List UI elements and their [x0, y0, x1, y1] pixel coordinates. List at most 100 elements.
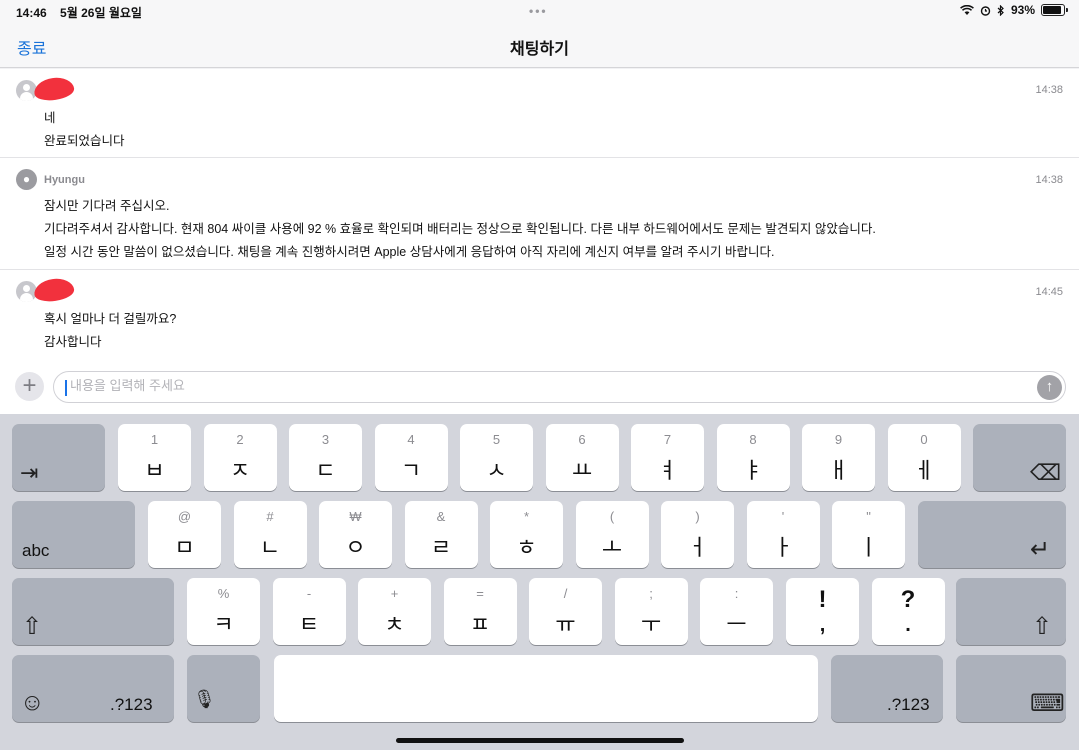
delete-key[interactable]: ⌫ [973, 424, 1066, 491]
shift-icon: ⇧ [22, 613, 43, 640]
hide-keyboard-key[interactable]: ⌨ [956, 655, 1066, 722]
wifi-icon [960, 4, 974, 15]
key-hint: " [866, 509, 871, 524]
key-char: . [905, 614, 911, 636]
key-ㅔ[interactable]: 0ㅔ [887, 424, 961, 491]
shift-icon: ⇧ [1032, 613, 1053, 640]
tab-key[interactable]: ⇥ [12, 424, 105, 491]
key-char: ! [818, 586, 827, 613]
key-hint: ) [695, 509, 700, 524]
status-bar: 14:46 5월 26일 월요일 ••• 93% [0, 0, 1079, 22]
battery-percent: 93% [1010, 3, 1035, 17]
key-ㅜ[interactable]: ; ㅜ [614, 578, 688, 645]
key-char: ㅎ [516, 535, 537, 560]
message-text: 잠시만 기다려 주십시오. [44, 199, 170, 213]
add-attachment-button[interactable]: + [15, 372, 44, 401]
key-ㅗ[interactable]: (ㅗ [575, 501, 649, 568]
key-hint: 4 [407, 432, 415, 447]
key-ㅓ[interactable]: ) ㅓ [661, 501, 734, 568]
key-ㅐ[interactable]: 9ㅐ [802, 424, 875, 491]
key-hint: # [266, 509, 274, 524]
message-text: 혹시 얼마나 더 걸릴까요? [44, 312, 177, 326]
key-char: ㅏ [772, 535, 794, 560]
numbers-key-right[interactable]: .?123 [831, 655, 943, 722]
key-ㅈ[interactable]: 2ㅈ [203, 424, 277, 491]
key-ㅠ[interactable]: / ㅠ [529, 578, 602, 645]
status-date: 5월 26일 월요일 [60, 6, 142, 20]
apple-logo-icon: ● [16, 169, 37, 190]
key-ㅕ[interactable]: 7ㅕ [631, 424, 704, 491]
message-input-container[interactable]: ↑ [53, 371, 1066, 403]
delete-icon: ⌫ [1030, 460, 1062, 485]
redacted-name [32, 276, 76, 304]
return-icon: ↵ [1030, 536, 1051, 563]
key-char: ㅍ [469, 612, 491, 637]
key-ㄱ[interactable]: 4ㄱ [374, 424, 448, 491]
key-hint: / [563, 586, 568, 601]
key-char: ㄷ [315, 458, 336, 483]
key-punct-0[interactable]: !, [786, 578, 859, 645]
keyboard-hide-icon: ⌨ [1030, 690, 1065, 717]
key-hint: 8 [749, 432, 757, 447]
arrow-up-icon: ↑ [1045, 378, 1054, 395]
bluetooth-icon [997, 4, 1004, 16]
key-ㅁ[interactable]: @ ㅁ [148, 501, 221, 568]
space-bar[interactable] [274, 655, 818, 722]
key-hint: 1 [150, 432, 159, 447]
message-time: 14:45 [1035, 286, 1063, 298]
key-ㅂ[interactable]: 1ㅂ [118, 424, 191, 491]
key-hint: 6 [578, 432, 586, 447]
key-ㅇ[interactable]: ₩ ㅇ [319, 501, 392, 568]
key-ㅌ[interactable]: -ㅌ [272, 578, 346, 645]
key-char: ㄱ [400, 458, 422, 483]
key-ㅣ[interactable]: " ㅣ [832, 501, 905, 568]
key-ㅡ[interactable]: :ㅡ [700, 578, 773, 645]
onscreen-keyboard: ⇥ 1 ㅂ 2 ㅈ 3 ㄷ 4 ㄱ 5 ㅅ 6 ㅛ 7 ㅕ 8 ㅑ 9 ㅐ 0 ㅔ ⌫ abc @ ㅁ # ㄴ ₩ ㅇ & ㄹ * ㅎ(ㅗ) ㅓ '… [0, 414, 1079, 750]
key-ㅋ[interactable]: % ㅋ [187, 578, 260, 645]
abc-label: abc [22, 541, 50, 560]
chat-transcript[interactable]: 14:38 네 완료되었습니다 ● Hyungu 14:38 잠시만 기다려 주… [0, 69, 1079, 369]
sender-name: Hyungu [44, 174, 85, 186]
key-ㅍ[interactable]: = ㅍ [443, 578, 517, 645]
dictation-key[interactable]: 🎙 [187, 655, 260, 722]
key-hint: ( [609, 509, 615, 524]
key-ㅎ[interactable]: * ㅎ [490, 501, 563, 568]
key-char: ㅓ [687, 535, 708, 560]
key-ㅅ[interactable]: 5ㅅ [460, 424, 533, 491]
key-ㄴ[interactable]: # ㄴ [233, 501, 307, 568]
text-caret [65, 380, 67, 396]
key-char: ㅔ [913, 458, 935, 483]
key-hint: % [217, 586, 230, 601]
key-hint: 5 [492, 432, 501, 447]
chat-message: ● Hyungu 14:38 잠시만 기다려 주십시오. 기다려주셔서 감사합니… [0, 158, 1079, 270]
key-char: ㅛ [571, 458, 593, 483]
key-ㅛ[interactable]: 6ㅛ [545, 424, 619, 491]
key-ㅑ[interactable]: 8ㅑ [716, 424, 790, 491]
abc-key[interactable]: abc [12, 501, 135, 568]
key-hint: * [523, 509, 530, 524]
key-char: ㅁ [174, 535, 195, 560]
multitasking-dots-icon[interactable]: ••• [529, 4, 548, 18]
numbers-label: .?123 [887, 695, 930, 714]
key-ㄹ[interactable]: & ㄹ [404, 501, 478, 568]
key-ㅏ[interactable]: ' ㅏ [746, 501, 820, 568]
key-hint: 2 [236, 432, 244, 447]
home-indicator[interactable] [396, 738, 684, 743]
key-char: ㄹ [430, 535, 452, 560]
key-hint: 7 [663, 432, 672, 447]
numbers-label-left[interactable]: .?123 [110, 695, 153, 715]
key-char: ㅜ [640, 612, 662, 637]
key-ㄷ[interactable]: 3ㄷ [289, 424, 362, 491]
return-key[interactable]: ↵ [918, 501, 1066, 568]
key-punct-1[interactable]: ?. [871, 578, 945, 645]
send-button[interactable]: ↑ [1037, 375, 1062, 400]
shift-key-right[interactable]: ⇧ [956, 578, 1066, 645]
status-time: 14:46 [16, 6, 47, 20]
shift-key-left[interactable]: ⇧ [12, 578, 174, 645]
message-input[interactable] [70, 378, 1020, 393]
message-text: 기다려주셔서 감사합니다. 현재 804 싸이클 사용에 92 % 효율로 확인… [44, 222, 876, 236]
battery-icon [1041, 4, 1068, 16]
key-char: ? [900, 586, 916, 613]
message-text: 감사합니다 [44, 335, 102, 349]
key-ㅊ[interactable]: + ㅊ [358, 578, 431, 645]
